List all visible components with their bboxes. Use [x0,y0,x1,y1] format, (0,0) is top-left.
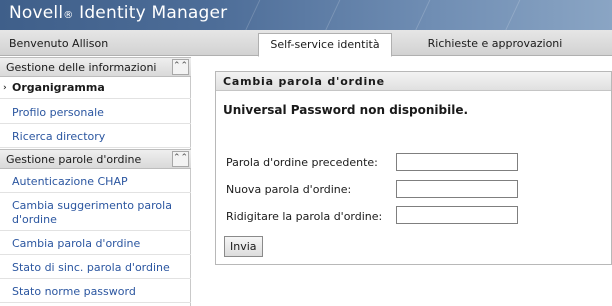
sidebar-item-stato-norme[interactable]: Stato norme password [0,285,191,303]
double-chevron-up-icon[interactable]: ⌃⌃ [172,151,189,167]
app-banner: Novell® Identity Manager [0,0,612,30]
app-title: Novell® Identity Manager [9,3,227,23]
confirm-password-label: Ridigitare la parola d'ordine: [226,210,383,223]
change-password-panel: Cambia parola d'ordine Universal Passwor… [215,71,612,265]
top-bar: Benvenuto Allison Self-service identità … [0,30,612,57]
banner-decoration [311,0,409,30]
current-item-arrow-icon: › [3,83,7,93]
sidebar-item-cambia-parola[interactable]: Cambia parola d'ordine [0,237,191,255]
sidebar-item-profilo-personale[interactable]: Profilo personale [0,106,191,124]
sidebar: Gestione delle informazioni ⌃⌃ › Organig… [0,57,191,306]
confirm-password-field[interactable] [396,206,518,224]
banner-decoration [231,0,329,30]
sidebar-item-label: Organigramma [12,81,105,94]
banner-decoration [491,0,589,30]
section-title: Gestione delle informazioni [6,61,157,74]
product-name: Identity Manager [73,3,228,23]
welcome-text: Benvenuto Allison [9,37,109,50]
sidebar-item-ricerca-directory[interactable]: Ricerca directory [0,130,191,148]
section-header-information[interactable]: Gestione delle informazioni ⌃⌃ [0,57,191,77]
sidebar-item-organigramma[interactable]: › Organigramma [0,81,191,99]
old-password-label: Parola d'ordine precedente: [226,156,378,169]
sidebar-item-cambia-suggerimento[interactable]: Cambia suggerimento parola d'ordine [0,199,191,231]
old-password-field[interactable] [396,153,518,171]
section-title: Gestione parole d'ordine [6,153,142,166]
tab-requests-approvals[interactable]: Richieste e approvazioni [400,33,590,56]
submit-button[interactable]: Invia [224,236,263,257]
sidebar-item-autenticazione-chap[interactable]: Autenticazione CHAP [0,175,191,193]
tab-self-service[interactable]: Self-service identità [258,33,392,57]
registered-mark: ® [63,10,74,21]
double-chevron-up-icon[interactable]: ⌃⌃ [172,59,189,75]
panel-title: Cambia parola d'ordine [223,75,385,88]
panel-header: Cambia parola d'ordine [216,72,611,91]
new-password-field[interactable] [396,180,518,198]
sidebar-item-stato-sinc[interactable]: Stato di sinc. parola d'ordine [0,261,191,279]
banner-decoration [401,0,499,30]
brand-name: Novell [9,3,64,23]
new-password-label: Nuova parola d'ordine: [226,183,352,196]
section-header-passwords[interactable]: Gestione parole d'ordine ⌃⌃ [0,149,191,169]
password-notice: Universal Password non disponibile. [223,103,469,117]
